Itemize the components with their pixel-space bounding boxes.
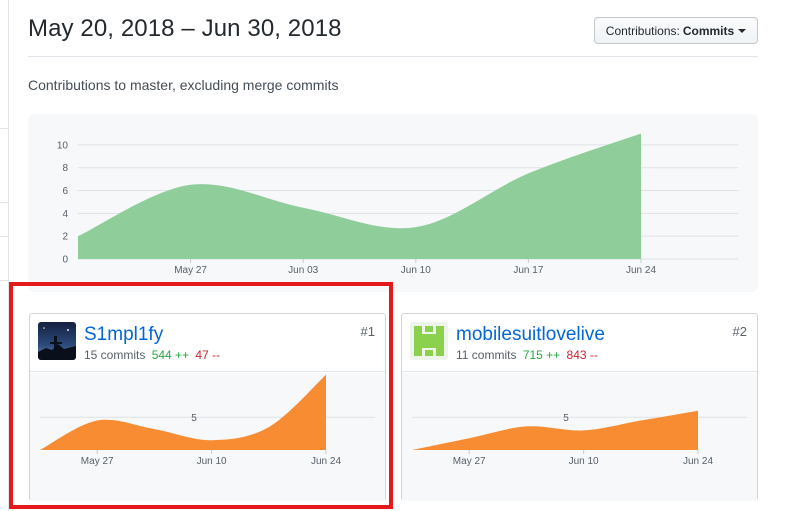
main-chart-svg: 0 2 4 6 8 10 May 27 Jun 03 Jun 10 Jun 17 Jun 24 (57, 133, 738, 276)
y-tick-label: 0 (62, 255, 68, 266)
x-tick-label: Jun 24 (626, 265, 656, 276)
contributions-value: Commits (682, 23, 735, 38)
x-tick-label: Jun 10 (401, 265, 431, 276)
avatar-mobilesuitlovelive[interactable] (410, 322, 448, 360)
y-tick-label: 5 (563, 413, 569, 424)
y-tick-label: 8 (62, 163, 68, 174)
contributor-rank: #2 (732, 324, 747, 339)
y-tick-label: 4 (62, 209, 68, 220)
highlight-box (9, 282, 393, 509)
y-tick-label: 2 (62, 232, 68, 243)
x-tick-label: Jun 24 (683, 456, 713, 467)
identicon-image (410, 322, 448, 360)
contributor-chart-svg: 5 May 27 Jun 10 Jun 24 (412, 410, 747, 467)
x-tick-label: Jun 10 (569, 456, 599, 467)
header-divider (28, 56, 758, 57)
x-tick-label: May 27 (453, 456, 486, 467)
contributor-username-link[interactable]: mobilesuitlovelive (456, 324, 605, 346)
contributor-stats: 11 commits 715 ++ 843 -- (456, 348, 598, 362)
series-area (412, 410, 698, 450)
x-tick-label: Jun 17 (513, 265, 543, 276)
page-title: May 20, 2018 – Jun 30, 2018 (28, 15, 342, 42)
series-area (78, 133, 641, 259)
contributions-label: Contributions: (605, 23, 680, 38)
contributions-type-dropdown[interactable]: Contributions: Commits (594, 17, 758, 44)
x-tick-label: May 27 (174, 265, 207, 276)
contributions-subtitle: Contributions to master, excluding merge… (28, 77, 339, 93)
additions-count: 715 ++ (522, 348, 561, 362)
deletions-count: 843 -- (566, 348, 598, 362)
commit-count-link[interactable]: 11 commits (456, 348, 516, 362)
left-sidebar-edge (0, 0, 9, 511)
y-tick-label: 10 (57, 140, 69, 151)
contributor-card-2: mobilesuitlovelive 11 commits 715 ++ 843… (401, 313, 758, 501)
y-tick-label: 6 (62, 186, 68, 197)
x-tick-label: Jun 03 (288, 265, 318, 276)
contributor-chart: 5 May 27 Jun 10 Jun 24 (402, 373, 757, 501)
contributor-card-header: mobilesuitlovelive 11 commits 715 ++ 843… (402, 314, 757, 372)
caret-down-icon (738, 28, 747, 33)
main-contributions-chart: 0 2 4 6 8 10 May 27 Jun 03 Jun 10 Jun 17 Jun 24 (28, 114, 758, 292)
